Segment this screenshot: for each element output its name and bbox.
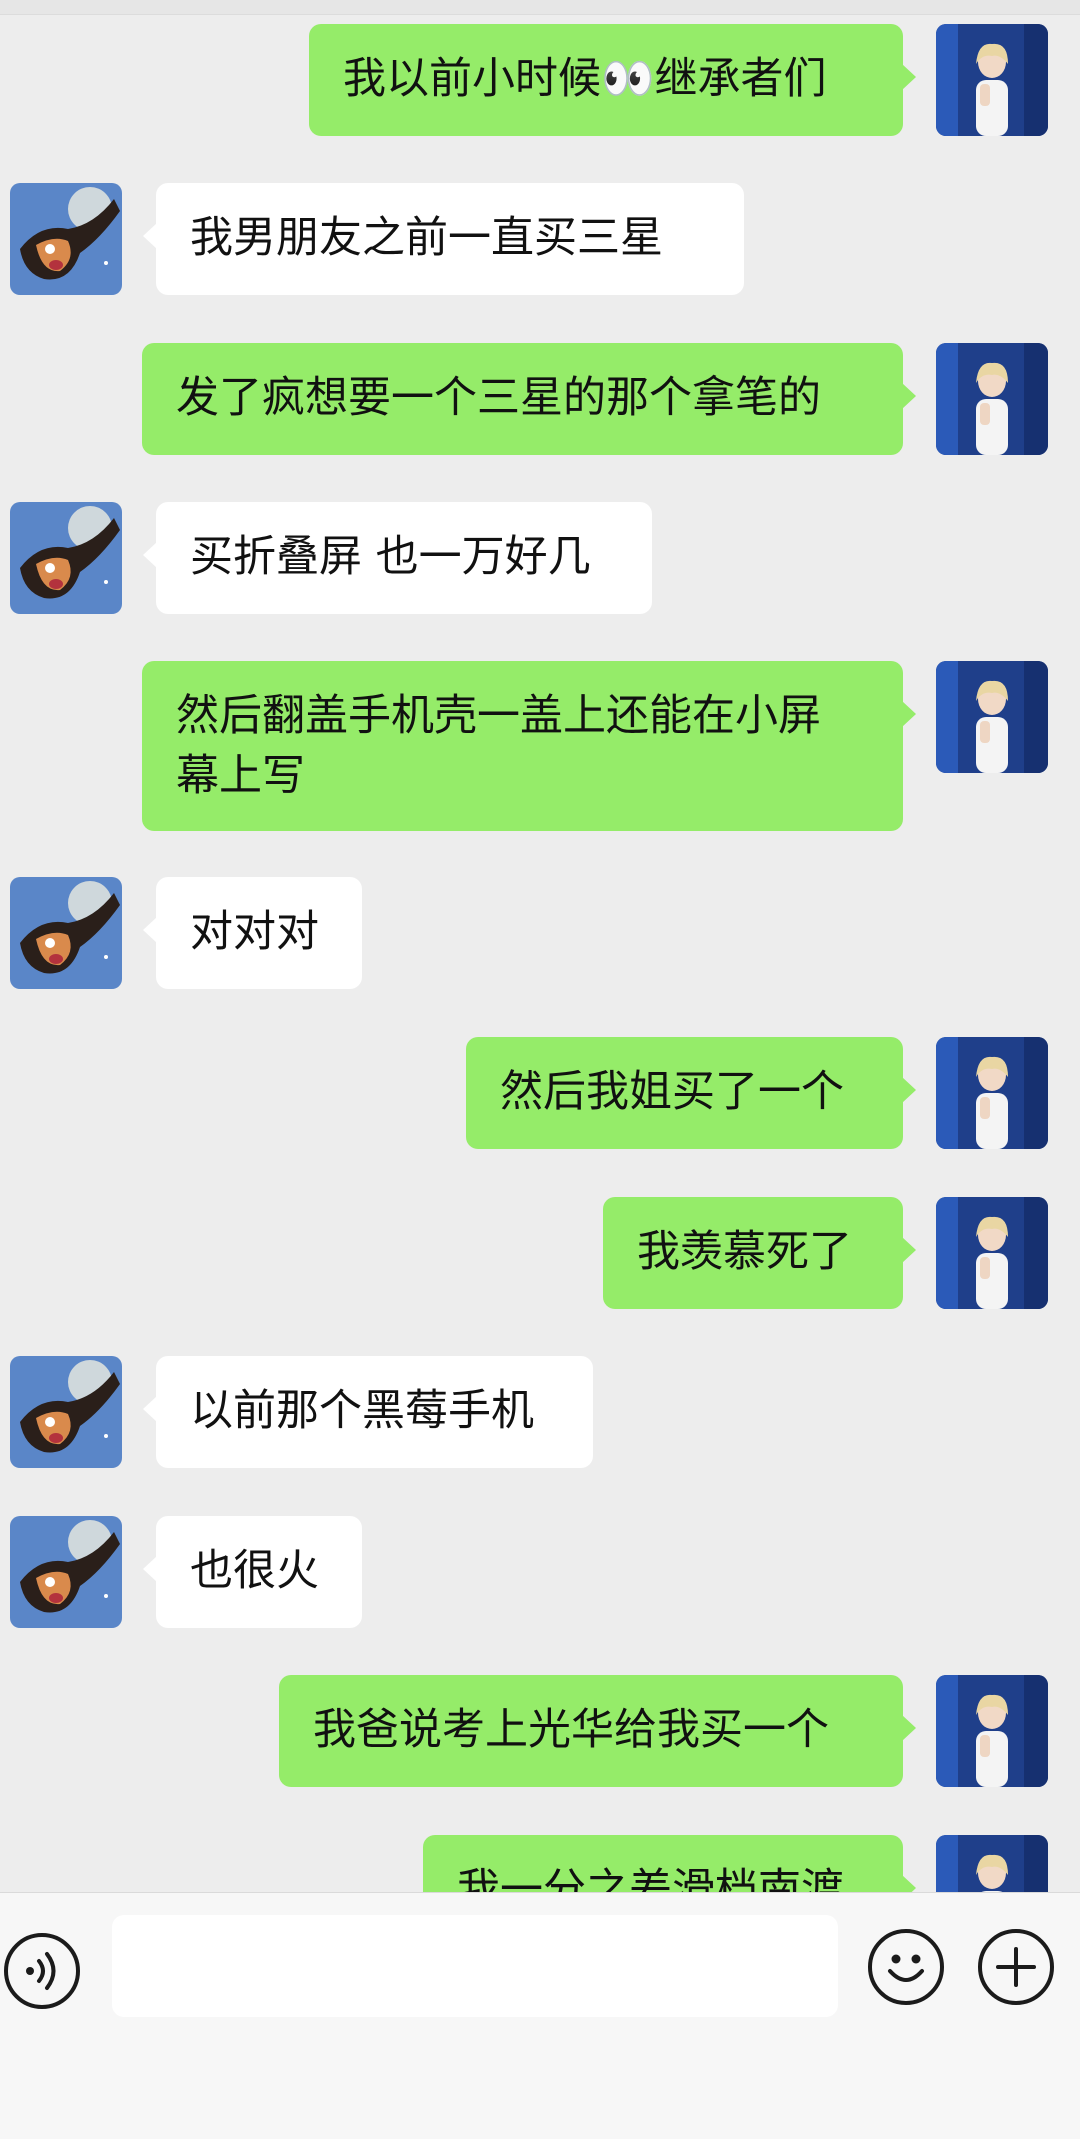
- my-avatar[interactable]: [936, 1197, 1048, 1309]
- message-row: 以前那个黑莓手机: [0, 1356, 1080, 1468]
- message-row: 然后我姐买了一个: [0, 1037, 1080, 1149]
- input-bar: [0, 1892, 1080, 2139]
- message-bubble-sent[interactable]: 我羡慕死了: [603, 1197, 916, 1309]
- emoji-icon: [888, 1954, 924, 1982]
- top-divider: [0, 0, 1080, 15]
- my-avatar[interactable]: [936, 661, 1048, 773]
- message-bubble-received[interactable]: 以前那个黑莓手机: [143, 1356, 593, 1468]
- message-bubble-received[interactable]: 我男朋友之前一直买三星: [143, 183, 744, 295]
- message-row: 也很火: [0, 1516, 1080, 1628]
- message-bubble-sent[interactable]: 然后我姐买了一个: [466, 1037, 916, 1149]
- chat-area[interactable]: 我以前小时候👀继承者们 我男朋友之前一直买三星 发了疯想要一个三星的那个拿笔的 …: [0, 0, 1080, 1892]
- emoji-button[interactable]: [868, 1929, 944, 2005]
- plus-icon: [996, 1947, 1036, 1987]
- message-bubble-received[interactable]: 买折叠屏 也一万好几: [143, 502, 652, 614]
- message-row: 然后翻盖手机壳一盖上还能在小屏 幕上写: [0, 661, 1080, 831]
- my-avatar[interactable]: [936, 343, 1048, 455]
- message-bubble-sent[interactable]: 我以前小时候👀继承者们: [309, 24, 916, 136]
- contact-avatar[interactable]: [10, 183, 122, 295]
- message-row: 发了疯想要一个三星的那个拿笔的: [0, 343, 1080, 455]
- my-avatar[interactable]: [936, 1835, 1048, 1892]
- message-bubble-sent[interactable]: 我爸说考上光华给我买一个: [279, 1675, 916, 1787]
- message-bubble-sent[interactable]: 然后翻盖手机壳一盖上还能在小屏 幕上写: [142, 661, 916, 831]
- message-row: 我一分之差滑档南渡: [0, 1835, 1080, 1892]
- my-avatar[interactable]: [936, 24, 1048, 136]
- contact-avatar[interactable]: [10, 1356, 122, 1468]
- contact-avatar[interactable]: [10, 1516, 122, 1628]
- message-row: 我羡慕死了: [0, 1197, 1080, 1309]
- message-row: 对对对: [0, 877, 1080, 989]
- message-bubble-received[interactable]: 也很火: [143, 1516, 362, 1628]
- message-bubble-sent[interactable]: 发了疯想要一个三星的那个拿笔的: [142, 343, 916, 455]
- message-bubble-received[interactable]: 对对对: [143, 877, 362, 989]
- contact-avatar[interactable]: [10, 877, 122, 989]
- message-row: 我男朋友之前一直买三星: [0, 183, 1080, 295]
- message-row: 买折叠屏 也一万好几: [0, 502, 1080, 614]
- message-input[interactable]: [112, 1915, 838, 2017]
- more-button[interactable]: [978, 1929, 1054, 2005]
- message-row: 我以前小时候👀继承者们: [0, 24, 1080, 136]
- my-avatar[interactable]: [936, 1037, 1048, 1149]
- voice-icon: [26, 1952, 56, 1990]
- message-row: 我爸说考上光华给我买一个: [0, 1675, 1080, 1787]
- message-bubble-sent[interactable]: 我一分之差滑档南渡: [423, 1835, 916, 1892]
- my-avatar[interactable]: [936, 1675, 1048, 1787]
- contact-avatar[interactable]: [10, 502, 122, 614]
- voice-button[interactable]: [4, 1933, 80, 2009]
